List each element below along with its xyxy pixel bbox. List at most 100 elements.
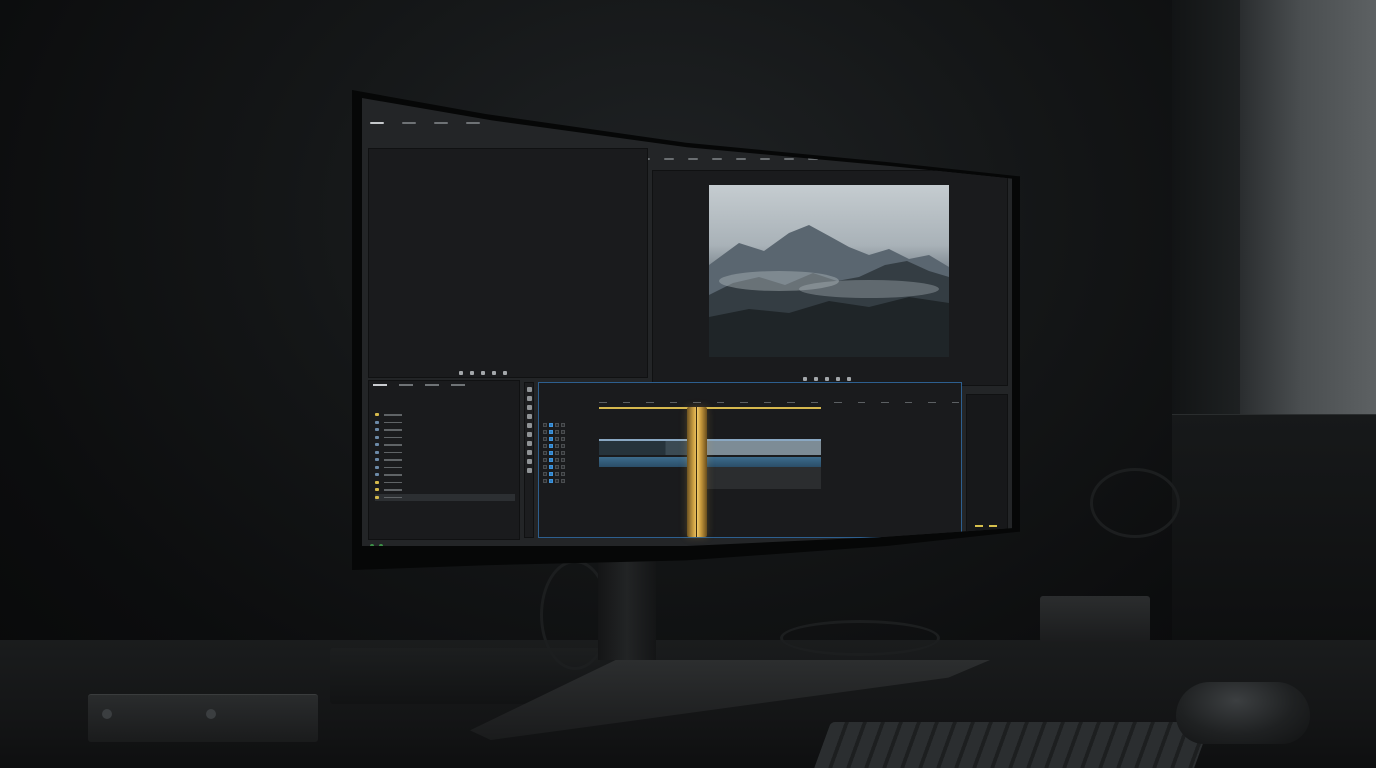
- monitor-stand-neck: [598, 560, 656, 660]
- tool-icon[interactable]: [526, 441, 532, 446]
- track-toggle-icon[interactable]: [543, 436, 547, 441]
- list-item[interactable]: [375, 471, 515, 479]
- track-toggle-icon[interactable]: [561, 471, 565, 476]
- program-monitor-panel[interactable]: [652, 170, 1008, 386]
- list-item[interactable]: [375, 449, 515, 457]
- track-toggle-icon[interactable]: [549, 422, 553, 427]
- list-item[interactable]: [375, 493, 515, 501]
- play-icon[interactable]: [803, 377, 807, 381]
- time-ruler[interactable]: [599, 399, 959, 405]
- workspace-tab-icon[interactable]: [664, 158, 674, 160]
- list-item[interactable]: [375, 464, 515, 472]
- playhead-handle[interactable]: [687, 407, 707, 537]
- step-back-icon[interactable]: [814, 377, 818, 381]
- track-toggle-icon[interactable]: [543, 443, 547, 448]
- track-toggle-icon[interactable]: [549, 471, 553, 476]
- track-toggle-icon[interactable]: [555, 429, 559, 434]
- ruler-tick: [810, 402, 818, 403]
- room-scene: [0, 0, 1376, 768]
- audio-clip[interactable]: [599, 457, 821, 467]
- tool-icon[interactable]: [526, 396, 532, 401]
- step-forward-icon[interactable]: [825, 377, 829, 381]
- list-item[interactable]: [375, 426, 515, 434]
- tool-icon[interactable]: [526, 450, 532, 455]
- export-frame-icon[interactable]: [847, 377, 851, 381]
- tool-icon[interactable]: [526, 423, 532, 428]
- list-item[interactable]: [375, 479, 515, 487]
- list-item[interactable]: [375, 456, 515, 464]
- tool-icon[interactable]: [526, 432, 532, 437]
- track-toggle-icon[interactable]: [555, 422, 559, 427]
- step-back-icon[interactable]: [470, 371, 474, 375]
- tool-icon[interactable]: [526, 387, 532, 392]
- export-frame-icon[interactable]: [503, 371, 507, 375]
- play-icon[interactable]: [459, 371, 463, 375]
- track-toggle-icon[interactable]: [561, 429, 565, 434]
- track-toggle-icon[interactable]: [555, 436, 559, 441]
- list-item[interactable]: [375, 486, 515, 494]
- menu-tab-icon[interactable]: [466, 122, 480, 124]
- workspace-tab-icon[interactable]: [784, 158, 794, 160]
- track-toggle-icon[interactable]: [561, 464, 565, 469]
- list-item[interactable]: [375, 419, 515, 427]
- track-toggle-icon[interactable]: [561, 478, 565, 483]
- track-toggle-icon[interactable]: [555, 478, 559, 483]
- menu-tab-icon[interactable]: [434, 122, 448, 124]
- video-clip[interactable]: [599, 439, 821, 455]
- track-toggle-icon[interactable]: [555, 471, 559, 476]
- loop-icon[interactable]: [836, 377, 840, 381]
- track-toggle-icon[interactable]: [561, 422, 565, 427]
- project-tab[interactable]: [451, 384, 465, 386]
- list-item[interactable]: [375, 411, 515, 419]
- workspace-tab-icon[interactable]: [688, 158, 698, 160]
- clip-icon: [375, 435, 379, 439]
- track-toggle-icon[interactable]: [549, 429, 553, 434]
- menu-tab-icon[interactable]: [370, 122, 384, 124]
- track-toggle-icon[interactable]: [543, 471, 547, 476]
- track-toggle-icon[interactable]: [543, 422, 547, 427]
- clip-icon: [375, 473, 379, 477]
- project-tab[interactable]: [425, 384, 439, 386]
- program-transport: [803, 377, 851, 381]
- project-panel[interactable]: [368, 380, 520, 540]
- tool-icon[interactable]: [526, 414, 532, 419]
- track-toggle-icon[interactable]: [561, 450, 565, 455]
- workspace-tab-icon[interactable]: [736, 158, 746, 160]
- list-item[interactable]: [375, 441, 515, 449]
- work-area-bar[interactable]: [599, 407, 821, 409]
- track-toggle-icon[interactable]: [561, 436, 565, 441]
- tool-icon[interactable]: [526, 405, 532, 410]
- project-tab[interactable]: [373, 384, 387, 386]
- track-toggle-icon[interactable]: [561, 443, 565, 448]
- track-toggle-icon[interactable]: [549, 443, 553, 448]
- track-toggle-icon[interactable]: [555, 450, 559, 455]
- menu-tab-icon[interactable]: [402, 122, 416, 124]
- track-toggle-icon[interactable]: [549, 450, 553, 455]
- tool-icon[interactable]: [526, 459, 532, 464]
- step-forward-icon[interactable]: [481, 371, 485, 375]
- track-toggle-icon[interactable]: [549, 457, 553, 462]
- track-toggle-icon[interactable]: [555, 464, 559, 469]
- track-toggle-icon[interactable]: [543, 464, 547, 469]
- ruler-tick: [740, 402, 748, 403]
- source-monitor-panel[interactable]: [368, 148, 648, 378]
- track-toggle-icon[interactable]: [555, 443, 559, 448]
- loop-icon[interactable]: [492, 371, 496, 375]
- workspace-tab-icon[interactable]: [760, 158, 770, 160]
- track-toggle-icon[interactable]: [543, 478, 547, 483]
- track-toggle-icon[interactable]: [549, 436, 553, 441]
- track-toggle-icon[interactable]: [549, 478, 553, 483]
- project-tab[interactable]: [399, 384, 413, 386]
- tool-icon[interactable]: [526, 468, 532, 473]
- track-toggle-icon[interactable]: [555, 457, 559, 462]
- meter-left: [975, 525, 983, 527]
- track-toggle-icon[interactable]: [561, 457, 565, 462]
- list-item[interactable]: [375, 434, 515, 442]
- workspace-tab-icon[interactable]: [712, 158, 722, 160]
- track-toggle-icon[interactable]: [543, 429, 547, 434]
- timeline-panel[interactable]: [538, 382, 962, 538]
- track-toggle-icon[interactable]: [543, 457, 547, 462]
- source-transport: [459, 371, 507, 375]
- track-toggle-icon[interactable]: [543, 450, 547, 455]
- track-toggle-icon[interactable]: [549, 464, 553, 469]
